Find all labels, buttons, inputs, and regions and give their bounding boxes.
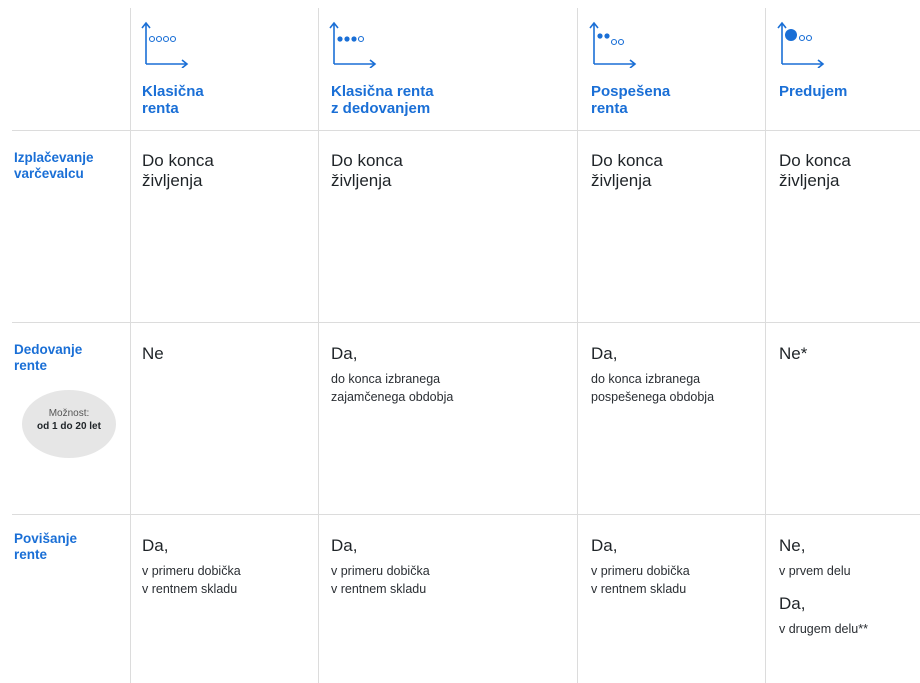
cell-text-line2: življenja (142, 171, 203, 190)
column-title-line2: renta (591, 100, 628, 117)
column-title-line1: Predujem (779, 83, 848, 100)
column-divider (318, 8, 319, 683)
cell-main-text: Da, (142, 536, 169, 555)
table-cell: Do konca življenja (331, 151, 403, 191)
chart-axis-four-empty-dots-icon (141, 21, 189, 68)
cell-sub-text-line1: do konca izbranega (331, 372, 441, 386)
cell-sub-text-line2: zajamčenega obdobja (331, 390, 454, 404)
cell-sub-text-line2: v rentnem skladu (331, 582, 427, 596)
column-title-line1: Klasična (142, 83, 204, 100)
cell-main-text: Da, (591, 536, 618, 555)
cell-sub-text-line2: v drugem delu** (779, 622, 868, 636)
cell-text-line2: življenja (591, 171, 652, 190)
cell-text-line1: Do konca (331, 151, 403, 170)
cell-text-line2: življenja (779, 171, 840, 190)
cell-sub-text-line1: do konca izbranega (591, 372, 701, 386)
chart-axis-two-filled-two-empty-dots-icon (589, 21, 637, 68)
row-label-line1: Dedovanje (14, 342, 83, 357)
table-cell: Do konca življenja (142, 151, 214, 191)
cell-main-text: Ne, (779, 536, 806, 555)
column-divider (765, 8, 766, 683)
table-cell: Da, v primeru dobička v rentnem skladu (142, 536, 241, 598)
column-divider (577, 8, 578, 683)
row-label-povisanje: Povišanje rente (14, 531, 77, 563)
row-divider (12, 130, 920, 131)
row-label-line2: rente (14, 358, 48, 373)
cell-main-text: Ne (142, 344, 164, 363)
cell-text-line1: Do konca (779, 151, 851, 170)
cell-main-text: Ne* (779, 344, 808, 363)
table-cell: Da, v primeru dobička v rentnem skladu (591, 536, 690, 598)
table-cell: Da, do konca izbranega zajamčenega obdob… (331, 344, 453, 406)
column-title-line2: renta (142, 100, 179, 117)
row-label-line2: varčevalcu (14, 166, 84, 181)
cell-text-line1: Do konca (142, 151, 214, 170)
chart-axis-big-dot-two-empty-dots-icon (777, 21, 825, 68)
chart-axis-three-filled-one-empty-dots-icon (329, 21, 377, 68)
cell-main-text: Da, (591, 344, 618, 363)
row-label-line1: Izplačevanje (14, 150, 94, 165)
cell-sub-text-line1: v primeru dobička (591, 564, 690, 578)
row-label-line2: rente (14, 547, 48, 562)
cell-sub-text-line2: pospešenega obdobja (591, 390, 715, 404)
table-cell: Ne, v prvem delu Da, v drugem delu** (779, 536, 868, 638)
column-title-line2: z dedovanjem (331, 100, 431, 117)
column-title-line1: Klasična renta (331, 83, 434, 100)
cell-main-text: Da, (331, 344, 358, 363)
cell-sub-text-line1: v primeru dobička (331, 564, 430, 578)
cell-sub-text-line1: v primeru dobička (142, 564, 241, 578)
table-cell: Da, v primeru dobička v rentnem skladu (331, 536, 430, 598)
row-label-dedovanje: Dedovanje rente (14, 342, 82, 374)
cell-text-line1: Do konca (591, 151, 663, 170)
table-cell: Da, do konca izbranega pospešenega obdob… (591, 344, 714, 406)
cell-sub-text-line2: v rentnem skladu (142, 582, 238, 596)
column-divider (130, 8, 131, 683)
cell-main-text-second: Da, (779, 594, 806, 613)
cell-sub-text-line2: v rentnem skladu (591, 582, 687, 596)
cell-main-text: Da, (331, 536, 358, 555)
cell-text-line2: življenja (331, 171, 392, 190)
row-label-line1: Povišanje (14, 531, 78, 546)
row-label-izplacevanje: Izplačevanje varčevalcu (14, 150, 94, 182)
table-cell: Do konca življenja (591, 151, 663, 191)
row-divider (12, 322, 920, 323)
row-divider (12, 514, 920, 515)
table-cell: Ne* (779, 344, 807, 364)
table-cell: Ne (142, 344, 164, 364)
badge-label: Možnost: (48, 408, 90, 419)
badge-value: od 1 do 20 let (37, 421, 101, 432)
table-cell: Do konca življenja (779, 151, 851, 191)
option-badge: Možnost: od 1 do 20 let (22, 390, 116, 458)
cell-sub-text-line1: v prvem delu (779, 564, 851, 578)
column-title-line1: Pospešena (591, 83, 671, 100)
